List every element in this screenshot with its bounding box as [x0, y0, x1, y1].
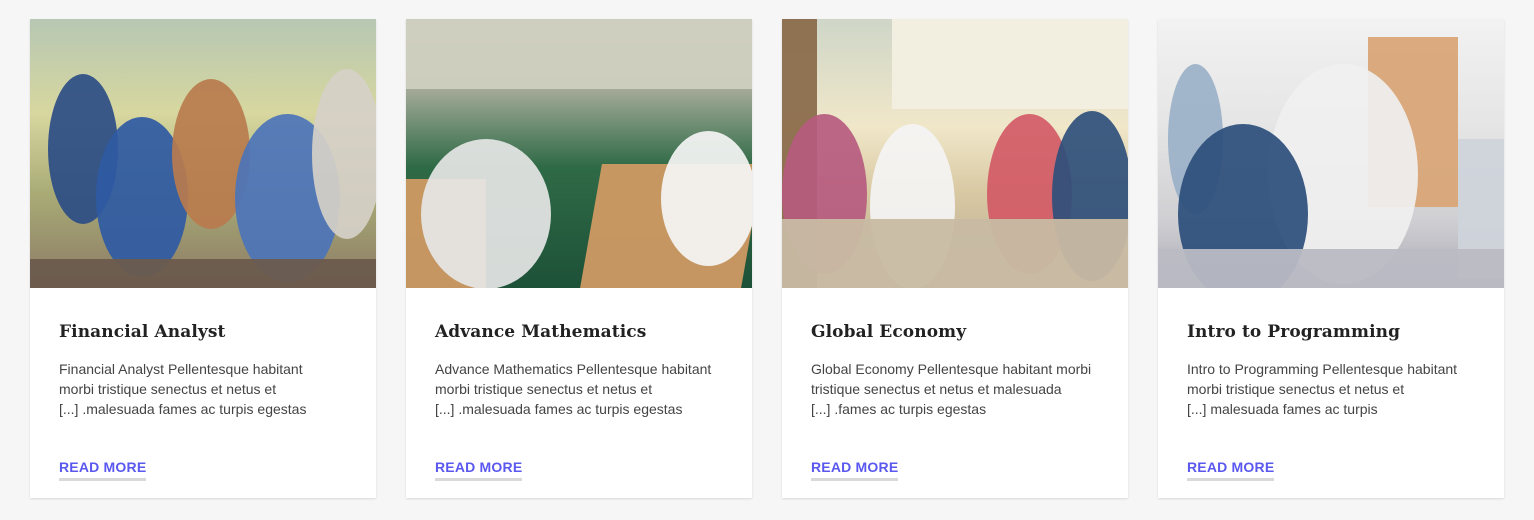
image-desk [1158, 249, 1504, 288]
card-excerpt: Intro to Programming Pellentesque habita… [1187, 361, 1458, 417]
course-image[interactable] [1158, 19, 1504, 288]
card-title: Advance Mathematics [435, 322, 647, 342]
course-image[interactable] [406, 19, 752, 288]
course-image[interactable] [30, 19, 376, 288]
card-excerpt: Global Economy Pellentesque habitant mor… [811, 361, 1092, 417]
read-more-link[interactable]: READ MORE [1187, 459, 1275, 481]
card-body: Advance Mathematics Advance Mathematics … [435, 322, 725, 419]
card-title: Intro to Programming [1187, 322, 1401, 342]
course-card-advance-mathematics: Advance Mathematics Advance Mathematics … [406, 19, 752, 498]
image-figure [312, 69, 376, 239]
image-bench [782, 219, 1128, 288]
card-excerpt: Financial Analyst Pellentesque habitant … [59, 361, 307, 417]
card-body: Intro to Programming Intro to Programmin… [1187, 322, 1477, 419]
image-building [892, 19, 1128, 109]
course-card-global-economy: Global Economy Global Economy Pellentesq… [782, 19, 1128, 498]
card-title: Global Economy [811, 322, 967, 342]
read-more-link[interactable]: READ MORE [435, 459, 523, 481]
read-more-link[interactable]: READ MORE [811, 459, 899, 481]
image-classroom [406, 19, 752, 89]
course-card-financial-analyst: Financial Analyst Financial Analyst Pell… [30, 19, 376, 498]
course-card-intro-to-programming: Intro to Programming Intro to Programmin… [1158, 19, 1504, 498]
card-body: Financial Analyst Financial Analyst Pell… [59, 322, 349, 419]
card-excerpt: Advance Mathematics Pellentesque habitan… [435, 361, 712, 417]
image-ground [30, 259, 376, 288]
image-figure [661, 131, 752, 266]
card-body: Global Economy Global Economy Pellentesq… [811, 322, 1101, 419]
course-cards: Financial Analyst Financial Analyst Pell… [30, 19, 1504, 498]
image-figure [421, 139, 551, 288]
card-title: Financial Analyst [59, 322, 226, 342]
read-more-link[interactable]: READ MORE [59, 459, 147, 481]
course-image[interactable] [782, 19, 1128, 288]
